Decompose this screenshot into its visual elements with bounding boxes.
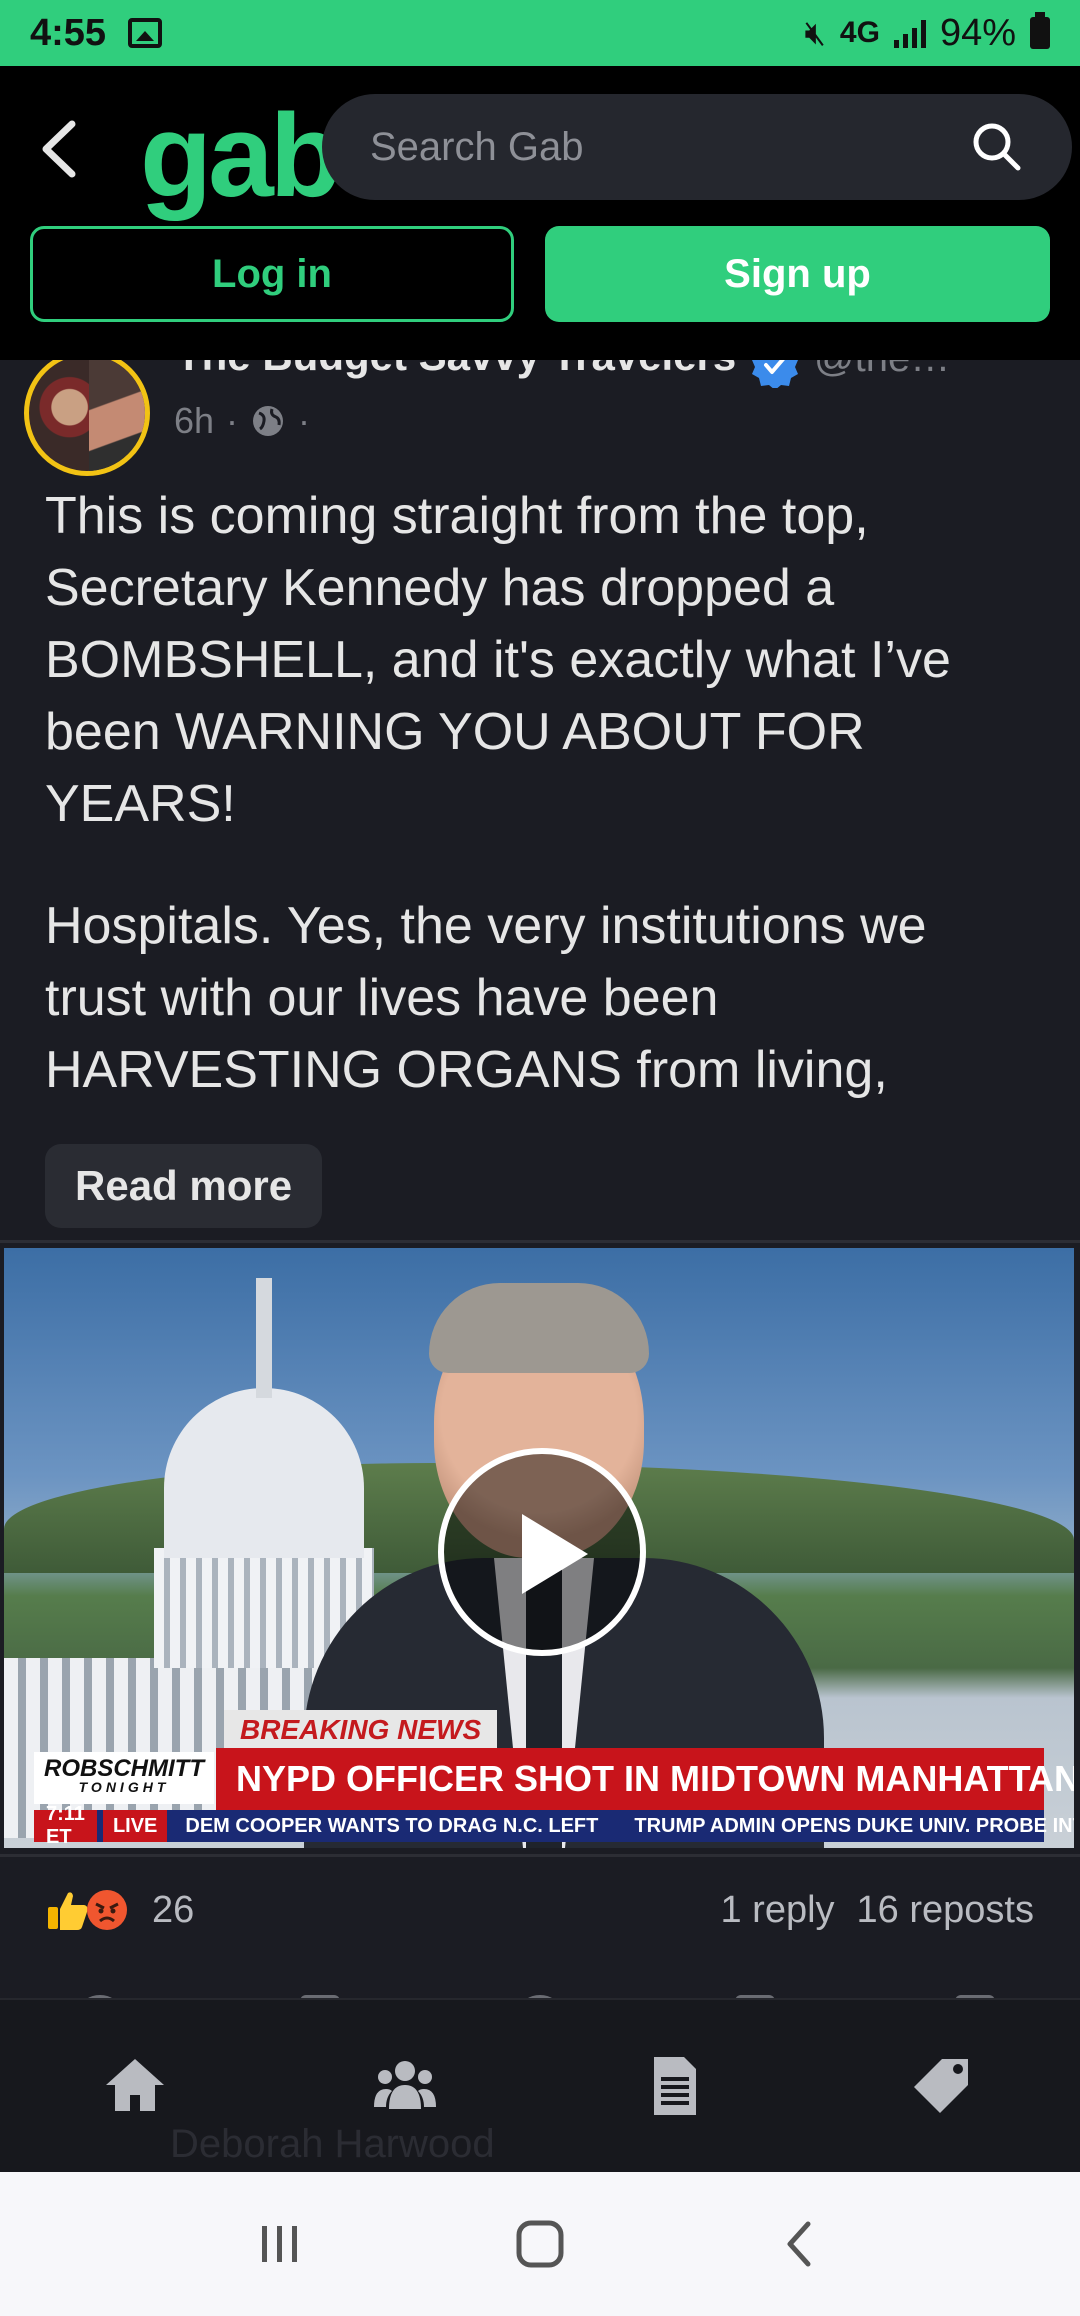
video-player[interactable]: BREAKING NEWS ROBSCHMITT TONIGHT NYPD OF…: [4, 1248, 1074, 1848]
home-circle-icon: [516, 2220, 564, 2268]
status-bar: 4:55 🔇︎ 4G 94%: [0, 0, 1080, 66]
news-icon: [654, 2057, 696, 2115]
meta-separator: ·: [226, 400, 239, 441]
groups-icon: [374, 2061, 436, 2109]
status-right: 🔇︎ 4G 94%: [804, 12, 1050, 55]
post-stats: 26 1 reply 16 reposts: [44, 1875, 1034, 1945]
back-arrow-icon: [787, 2221, 811, 2267]
post-paragraph: Hospitals. Yes, the very institutions we…: [45, 897, 927, 1099]
battery-icon: [1030, 12, 1050, 49]
search-bar[interactable]: [322, 94, 1072, 200]
system-navigation-bar: [0, 2172, 1080, 2316]
author-avatar[interactable]: [24, 360, 150, 476]
meta-separator: ·: [298, 400, 311, 441]
show-logo-title: ROBSCHMITT: [44, 1755, 204, 1782]
news-ticker: 7:11 ET LIVE DEM COOPER WANTS TO DRAG N.…: [34, 1803, 1074, 1848]
reply-count[interactable]: 1 reply: [720, 1889, 834, 1932]
post-age[interactable]: 6h: [174, 400, 214, 442]
news-headline: NYPD OFFICER SHOT IN MIDTOWN MANHATTAN: [216, 1748, 1074, 1810]
search-input[interactable]: [370, 124, 970, 170]
back-system-button[interactable]: [760, 2204, 840, 2284]
network-type: 4G: [839, 16, 880, 49]
next-post-author-peek: Deborah Harwood: [170, 2122, 495, 2166]
read-more-button[interactable]: Read more: [45, 1144, 323, 1228]
recent-apps-button[interactable]: [240, 2204, 320, 2284]
show-logo: ROBSCHMITT TONIGHT: [34, 1752, 214, 1804]
verified-badge-icon: [752, 360, 798, 388]
nav-news[interactable]: [620, 2031, 730, 2141]
chevron-left-icon: [42, 120, 76, 178]
post-paragraph: This is coming straight from the top, Se…: [45, 487, 951, 833]
back-button[interactable]: [30, 114, 90, 184]
post-meta: 6h · ·: [174, 400, 310, 442]
home-icon: [106, 2059, 164, 2111]
post-card: The Budget Savvy Travelers @the… 6h · · …: [0, 360, 1080, 2000]
globe-icon: [253, 406, 284, 436]
divider: [0, 1854, 1080, 1857]
signal-icon: [893, 18, 926, 48]
status-time: 4:55: [30, 11, 107, 54]
login-button[interactable]: Log in: [30, 226, 514, 322]
mute-icon: 🔇︎: [804, 13, 826, 52]
battery-percent: 94%: [939, 11, 1016, 54]
author-name[interactable]: The Budget Savvy Travelers: [176, 360, 736, 380]
play-icon[interactable]: [438, 1448, 646, 1656]
recent-apps-icon: [262, 2226, 297, 2262]
angry-reaction-icon[interactable]: [84, 1887, 130, 1933]
show-logo-subtitle: TONIGHT: [78, 1779, 170, 1795]
author-handle[interactable]: @the…: [814, 360, 950, 381]
ticker-item: TRUMP ADMIN OPENS DUKE UNIV. PROBE INTO: [634, 1814, 1074, 1837]
nav-tags[interactable]: [890, 2031, 1000, 2141]
breaking-news-label: BREAKING NEWS: [224, 1710, 498, 1750]
bottom-navigation: [0, 1998, 1080, 2172]
repost-count[interactable]: 16 reposts: [857, 1889, 1034, 1932]
signup-button[interactable]: Sign up: [545, 226, 1050, 322]
search-icon[interactable]: [970, 120, 1024, 174]
post-stats-right: 1 reply 16 reposts: [720, 1889, 1034, 1932]
image-notification-icon: [128, 18, 163, 48]
home-system-button[interactable]: [500, 2204, 580, 2284]
ticker-item: DEM COOPER WANTS TO DRAG N.C. LEFT: [185, 1814, 599, 1837]
gab-logo[interactable]: gab: [140, 88, 342, 224]
ticker-live: LIVE: [102, 1810, 168, 1842]
divider: [0, 1240, 1080, 1243]
ticker-time: 7:11 ET: [34, 1803, 97, 1848]
reaction-count[interactable]: 26: [152, 1889, 194, 1932]
tags-icon: [914, 2059, 968, 2113]
post-body: This is coming straight from the top, Se…: [45, 480, 1035, 1156]
app-header: gab Log in Sign up: [0, 66, 1080, 360]
